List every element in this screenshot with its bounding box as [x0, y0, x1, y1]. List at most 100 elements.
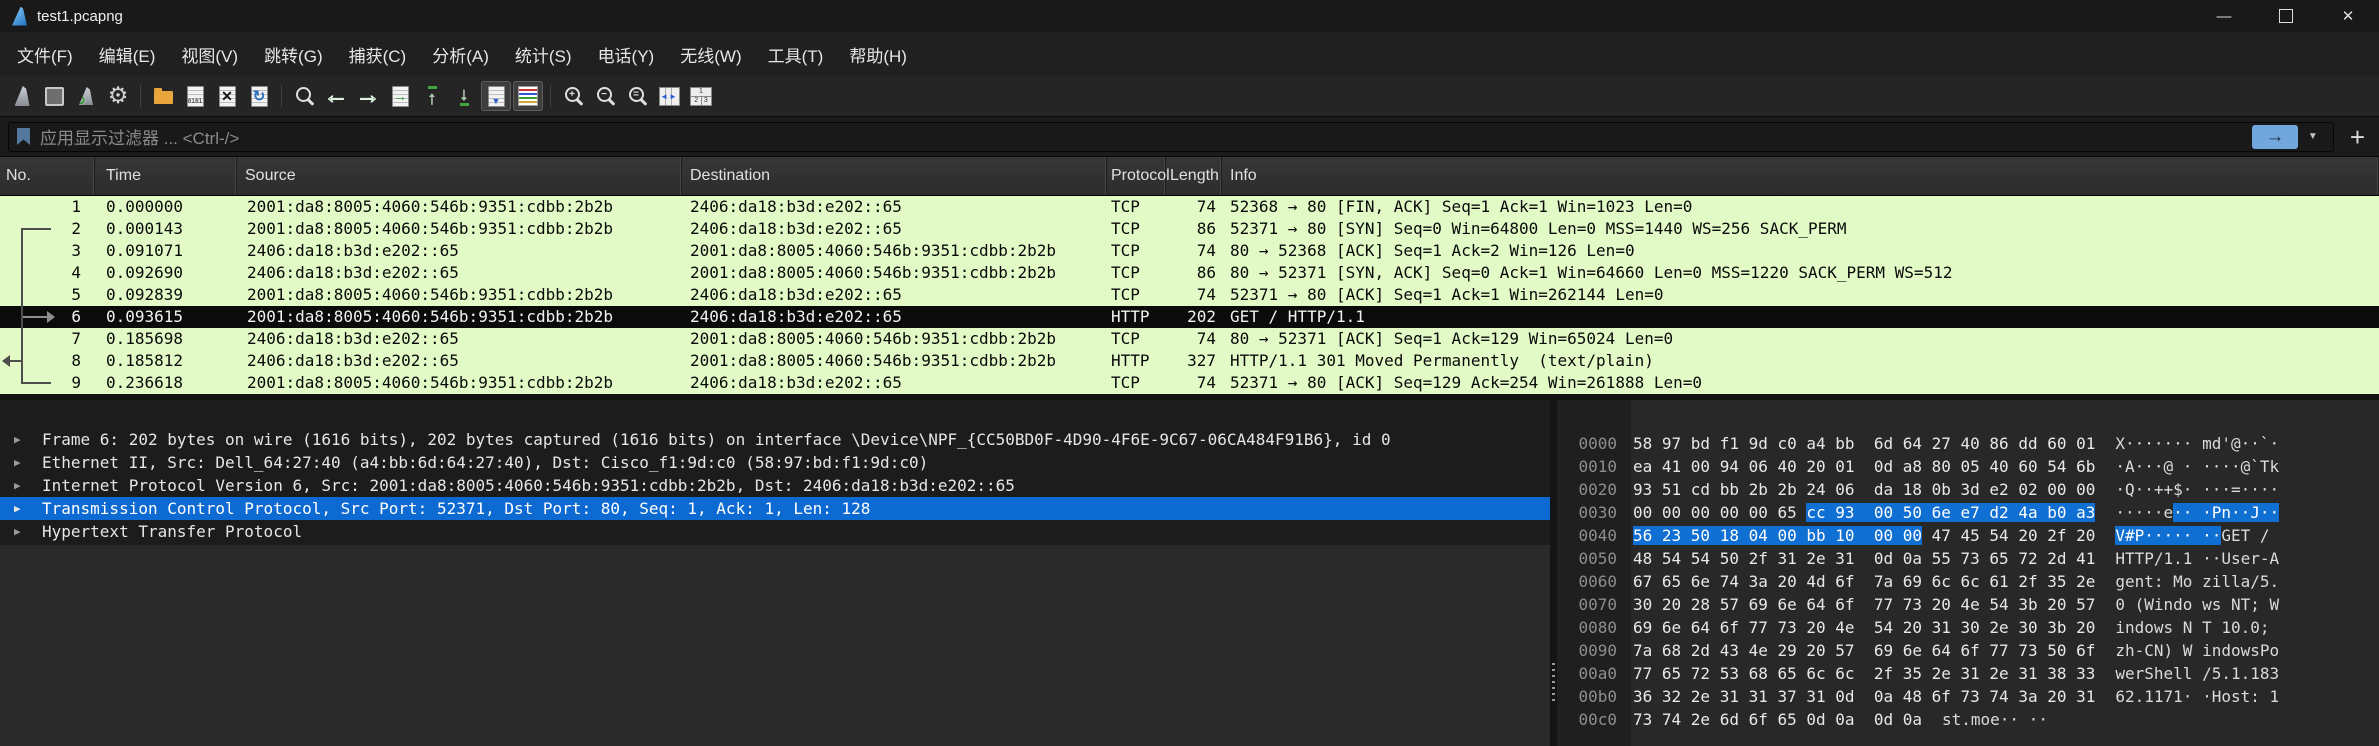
restart-capture-button[interactable] [71, 81, 101, 111]
detail-row-3[interactable]: ▶Internet Protocol Version 6, Src: 2001:… [0, 474, 1550, 497]
col-header-no[interactable]: No. [0, 157, 95, 195]
packet-row-9[interactable]: 90.2366182001:da8:8005:4060:546b:9351:cd… [0, 372, 2379, 394]
expand-arrow-icon[interactable]: ▶ [14, 479, 42, 492]
hex-row-0050[interactable]: 005048 54 54 50 2f 31 2e 31 0d 0a 55 73 … [1557, 547, 2379, 570]
maximize-button[interactable] [2255, 0, 2317, 32]
menu-edit[interactable]: 编辑(E) [86, 36, 169, 73]
hex-row-0090[interactable]: 00907a 68 2d 43 4e 29 20 57 69 6e 64 6f … [1557, 639, 2379, 662]
cell-src: 2001:da8:8005:4060:546b:9351:cdbb:2b2b [237, 218, 682, 240]
cell-dst: 2406:da18:b3d:e202::65 [682, 218, 1107, 240]
cell-dst: 2406:da18:b3d:e202::65 [682, 196, 1107, 218]
hex-row-00c0[interactable]: 00c073 74 2e 6d 6f 65 0d 0a 0d 0ast.moe·… [1557, 708, 2379, 731]
cell-proto: TCP [1107, 218, 1166, 240]
colorize-button[interactable] [513, 81, 543, 111]
hex-row-0080[interactable]: 008069 6e 64 6f 77 73 20 4e 54 20 31 30 … [1557, 616, 2379, 639]
packet-row-1[interactable]: 10.0000002001:da8:8005:4060:546b:9351:cd… [0, 196, 2379, 218]
close-file-button[interactable] [212, 81, 242, 111]
close-button[interactable]: ✕ [2317, 0, 2379, 32]
menu-analyze[interactable]: 分析(A) [419, 36, 502, 73]
go-forward-button[interactable] [353, 81, 383, 111]
menu-wireless[interactable]: 无线(W) [667, 36, 754, 73]
open-file-button[interactable] [148, 81, 178, 111]
vertical-splitter[interactable] [1550, 400, 1557, 746]
hex-row-00b0[interactable]: 00b036 32 2e 31 31 37 31 0d 0a 48 6f 73 … [1557, 685, 2379, 708]
menu-file[interactable]: 文件(F) [4, 36, 86, 73]
hex-offset: 0070 [1557, 593, 1617, 616]
cell-time: 0.092690 [95, 262, 237, 284]
reload-file-button[interactable] [244, 81, 274, 111]
pane-splitter-handle[interactable] [1552, 663, 1555, 703]
cell-time: 0.093615 [95, 306, 237, 328]
packet-row-2[interactable]: 20.0001432001:da8:8005:4060:546b:9351:cd… [0, 218, 2379, 240]
col-header-dst[interactable]: Destination [682, 157, 1107, 195]
col-header-info[interactable]: Info [1222, 157, 2379, 195]
expand-arrow-icon[interactable]: ▶ [14, 525, 42, 538]
expand-arrow-icon[interactable]: ▶ [14, 502, 42, 515]
layout-button[interactable] [686, 81, 716, 111]
hex-row-0070[interactable]: 007030 20 28 57 69 6e 64 6f 77 73 20 4e … [1557, 593, 2379, 616]
detail-row-4[interactable]: ▶Transmission Control Protocol, Src Port… [0, 497, 1550, 520]
apply-filter-button[interactable] [2252, 125, 2298, 149]
go-back-button[interactable] [321, 81, 351, 111]
hex-ascii: ·Q··++$· ···=···· [2115, 478, 2279, 501]
menu-go[interactable]: 跳转(G) [251, 36, 336, 73]
packet-row-4[interactable]: 40.0926902406:da18:b3d:e202::652001:da8:… [0, 262, 2379, 284]
title-bar: test1.pcapng — ✕ [0, 0, 2379, 32]
hex-row-00a0[interactable]: 00a077 65 72 53 68 65 6c 6c 2f 35 2e 31 … [1557, 662, 2379, 685]
packet-row-5[interactable]: 50.0928392001:da8:8005:4060:546b:9351:cd… [0, 284, 2379, 306]
cell-no: 6 [0, 306, 95, 328]
start-capture-button[interactable] [7, 81, 37, 111]
zoom-in-button[interactable] [558, 81, 588, 111]
menu-view[interactable]: 视图(V) [168, 36, 251, 73]
menu-telephony[interactable]: 电话(Y) [585, 36, 668, 73]
cell-info: 80 → 52368 [ACK] Seq=1 Ack=2 Win=126 Len… [1222, 240, 2379, 262]
detail-row-5[interactable]: ▶Hypertext Transfer Protocol [0, 520, 1550, 543]
expand-arrow-icon[interactable]: ▶ [14, 456, 42, 469]
cell-dst: 2001:da8:8005:4060:546b:9351:cdbb:2b2b [682, 240, 1107, 262]
save-file-button[interactable] [180, 81, 210, 111]
hex-row-0020[interactable]: 002093 51 cd bb 2b 2b 24 06 da 18 0b 3d … [1557, 478, 2379, 501]
menu-capture[interactable]: 捕获(C) [336, 36, 420, 73]
packet-row-3[interactable]: 30.0910712406:da18:b3d:e202::652001:da8:… [0, 240, 2379, 262]
go-to-packet-button[interactable] [385, 81, 415, 111]
hex-row-0010[interactable]: 0010ea 41 00 94 06 40 20 01 0d a8 80 05 … [1557, 455, 2379, 478]
minimize-button[interactable]: — [2193, 0, 2255, 32]
packet-row-6[interactable]: 60.0936152001:da8:8005:4060:546b:9351:cd… [0, 306, 2379, 328]
add-filter-button-icon[interactable]: + [2350, 127, 2365, 147]
go-first-button[interactable] [417, 81, 447, 111]
packet-row-7[interactable]: 70.1856982406:da18:b3d:e202::652001:da8:… [0, 328, 2379, 350]
zoom-reset-button[interactable] [622, 81, 652, 111]
zoom-out-button[interactable] [590, 81, 620, 111]
display-filter-input[interactable]: 应用显示过滤器 ... <Ctrl-/> ▼ [8, 122, 2334, 152]
hex-row-0000[interactable]: 000058 97 bd f1 9d c0 a4 bb 6d 64 27 40 … [1557, 432, 2379, 455]
col-header-src[interactable]: Source [237, 157, 682, 195]
stop-capture-button[interactable] [39, 81, 69, 111]
cell-len: 86 [1166, 262, 1222, 284]
col-header-time[interactable]: Time [95, 157, 237, 195]
capture-options-button[interactable] [103, 81, 133, 111]
cell-dst: 2406:da18:b3d:e202::65 [682, 372, 1107, 394]
hex-row-0040[interactable]: 004056 23 50 18 04 00 bb 10 00 00 47 45 … [1557, 524, 2379, 547]
find-packet-button[interactable] [289, 81, 319, 111]
expand-arrow-icon[interactable]: ▶ [14, 433, 42, 446]
menu-tools[interactable]: 工具(T) [755, 36, 837, 73]
detail-text: Frame 6: 202 bytes on wire (1616 bits), … [42, 430, 1391, 449]
filter-bookmark-icon[interactable] [17, 128, 30, 145]
detail-row-2[interactable]: ▶Ethernet II, Src: Dell_64:27:40 (a4:bb:… [0, 451, 1550, 474]
resize-columns-button[interactable] [654, 81, 684, 111]
packet-row-8[interactable]: 80.1858122406:da18:b3d:e202::652001:da8:… [0, 350, 2379, 372]
menu-statistics[interactable]: 统计(S) [502, 36, 585, 73]
cell-time: 0.000143 [95, 218, 237, 240]
hex-row-0060[interactable]: 006067 65 6e 74 3a 20 4d 6f 7a 69 6c 6c … [1557, 570, 2379, 593]
auto-scroll-button[interactable] [481, 81, 511, 111]
detail-row-1[interactable]: ▶Frame 6: 202 bytes on wire (1616 bits),… [0, 428, 1550, 451]
go-last-button[interactable] [449, 81, 479, 111]
hex-row-0030[interactable]: 003000 00 00 00 00 65 cc 93 00 50 6e e7 … [1557, 501, 2379, 524]
hex-ascii: zh-CN) W indowsPo [2115, 639, 2279, 662]
filter-dropdown-caret[interactable]: ▼ [2298, 131, 2328, 142]
col-header-proto[interactable]: Protocol [1107, 157, 1166, 195]
packet-bytes-pane[interactable]: 000058 97 bd f1 9d c0 a4 bb 6d 64 27 40 … [1557, 400, 2379, 746]
main-toolbar [0, 76, 2379, 117]
menu-help[interactable]: 帮助(H) [836, 36, 920, 73]
col-header-len[interactable]: Length [1166, 157, 1222, 195]
